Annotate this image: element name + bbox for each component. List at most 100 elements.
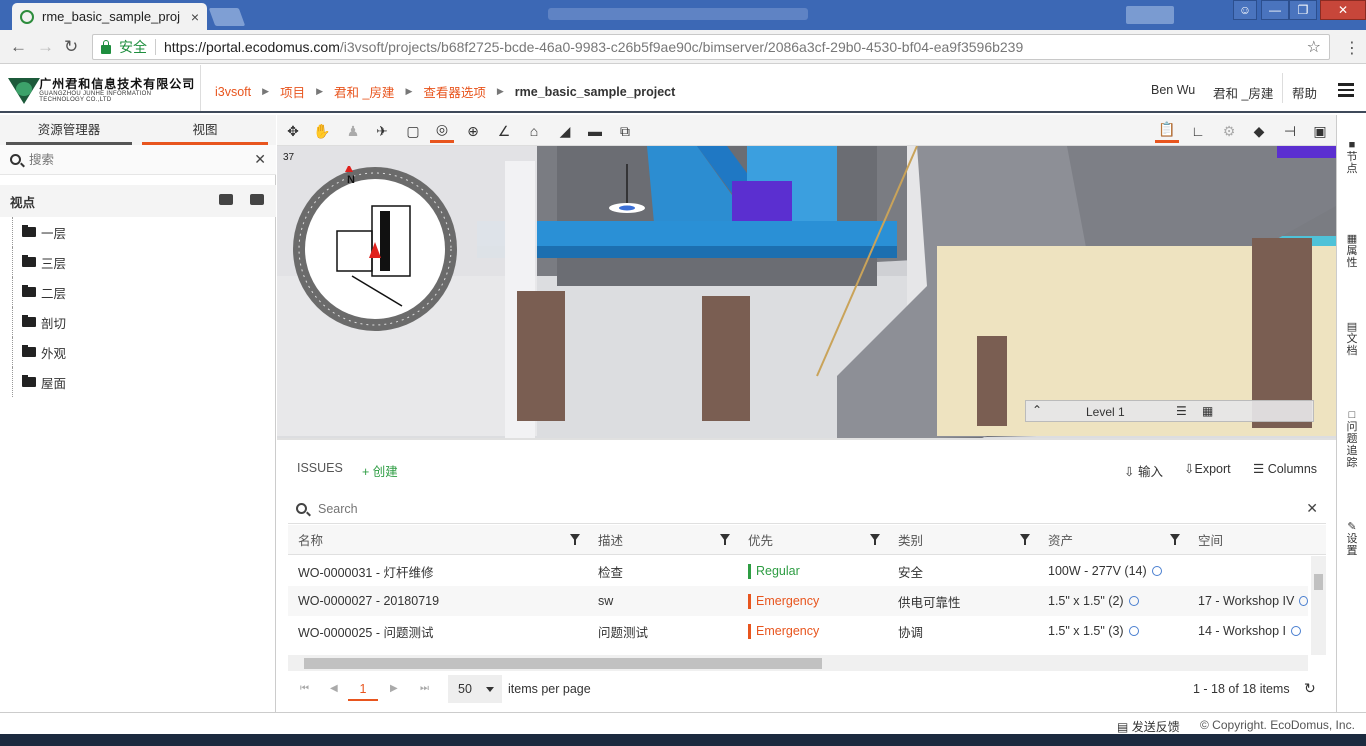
filter-icon[interactable] <box>720 534 730 545</box>
tab-views[interactable]: 视图 <box>142 115 268 145</box>
reload-icon[interactable]: ↻ <box>64 37 78 57</box>
camera-icon[interactable] <box>219 194 233 205</box>
col-header-name[interactable]: 名称 <box>288 525 588 555</box>
filter-icon[interactable] <box>1020 534 1030 545</box>
window-restore-button[interactable]: ❐ <box>1289 0 1317 20</box>
tab-close-icon[interactable]: × <box>191 9 199 25</box>
prev-page-icon[interactable]: ◀ <box>330 683 338 694</box>
col-header-category[interactable]: 类别 <box>888 525 1038 555</box>
window-user-button[interactable]: ☺ <box>1233 0 1257 20</box>
folder-icon <box>22 315 36 327</box>
layers-icon[interactable]: ◆ <box>1247 119 1271 143</box>
settings-gear-icon[interactable]: ⚙ <box>1217 119 1241 143</box>
locate-target-icon[interactable] <box>1299 596 1308 606</box>
section-box-icon[interactable]: ◢ <box>553 119 577 143</box>
breadcrumb-project[interactable]: 君和 _房建 <box>334 82 394 101</box>
current-page[interactable]: 1 <box>348 679 378 701</box>
breadcrumb-projects[interactable]: 项目 <box>280 82 305 101</box>
hamburger-menu-icon[interactable] <box>1338 83 1354 97</box>
tab-resource-manager[interactable]: 资源管理器 <box>6 115 132 145</box>
tree-item[interactable]: 屋面 <box>12 367 262 397</box>
columns-button[interactable]: ☰ Columns <box>1253 461 1317 476</box>
rail-documents[interactable]: ▤ 文档 <box>1342 321 1362 357</box>
clipboard-icon[interactable]: 📋 <box>1155 119 1179 143</box>
rail-settings[interactable]: ✎ 设置 <box>1342 521 1362 557</box>
window-minimize-button[interactable]: — <box>1261 0 1289 20</box>
table-row[interactable]: WO-0000031 - 灯杆维修 检查 Regular 安全 100W - 2… <box>288 556 1308 586</box>
filter-icon[interactable] <box>870 534 880 545</box>
pan-icon[interactable]: ✥ <box>281 119 305 143</box>
new-tab-button[interactable] <box>208 8 246 26</box>
window-close-button[interactable]: ✕ <box>1320 0 1366 20</box>
locate-target-icon[interactable] <box>1128 626 1139 636</box>
first-page-icon[interactable]: ⏮ <box>300 683 309 694</box>
user-name[interactable]: Ben Wu <box>1151 83 1195 97</box>
chart-icon[interactable]: ∟ <box>1186 119 1210 143</box>
create-issue-button[interactable]: + 创建 <box>362 461 398 480</box>
rail-issues[interactable]: □ 问题追踪 <box>1342 409 1362 469</box>
browser-titlebar: rme_basic_sample_proj × ☺ — ❐ ✕ <box>0 0 1366 30</box>
issues-search-input[interactable] <box>318 501 1307 516</box>
tree-item[interactable]: 一层 <box>12 217 262 247</box>
map-icon[interactable]: ▦ <box>1202 404 1213 418</box>
page-size-select[interactable]: 50 <box>448 675 502 703</box>
fullscreen-icon[interactable]: ▣ <box>1308 119 1332 143</box>
locate-target-icon[interactable] <box>1128 596 1139 606</box>
clash-icon[interactable]: ⧉ <box>613 119 637 143</box>
table-row[interactable]: WO-0000025 - 问题测试 问题测试 Emergency 协调 1.5"… <box>288 616 1308 646</box>
home-icon[interactable]: ⌂ <box>522 119 546 143</box>
add-folder-icon[interactable] <box>250 194 264 205</box>
company-logo[interactable]: 广州君和信息技术有限公司 GUANGZHOU JUNHE INFORMATION… <box>8 71 198 109</box>
horizontal-scrollbar[interactable] <box>288 655 1308 671</box>
ruler-icon[interactable]: ▬ <box>583 119 607 143</box>
fly-icon[interactable]: ✈ <box>370 119 394 143</box>
vertical-scrollbar[interactable] <box>1311 556 1326 655</box>
rail-nodes[interactable]: ■ 节点 <box>1342 139 1362 175</box>
compass-minimap[interactable]: N <box>292 164 458 332</box>
3d-viewer[interactable]: 37 N ⌃ Level 1 ☰ ▦ <box>277 146 1336 440</box>
export-button[interactable]: ⇩Export <box>1184 461 1231 476</box>
look-around-icon[interactable]: ◎ <box>430 119 454 143</box>
col-header-priority[interactable]: 优先 <box>738 525 888 555</box>
next-page-icon[interactable]: ▶ <box>390 683 398 694</box>
locate-target-icon[interactable] <box>1291 626 1302 636</box>
last-page-icon[interactable]: ⏭ <box>420 683 429 694</box>
feedback-link[interactable]: ▤ 发送反馈 <box>1117 718 1180 735</box>
split-icon[interactable]: ⊣ <box>1278 119 1302 143</box>
walk-icon[interactable]: ♟ <box>341 119 365 143</box>
rail-properties[interactable]: ▦ 属性 <box>1342 233 1362 269</box>
refresh-icon[interactable]: ↻ <box>1304 680 1316 697</box>
browser-tab[interactable]: rme_basic_sample_proj × <box>12 3 207 30</box>
chevron-up-icon[interactable]: ⌃ <box>1032 403 1042 417</box>
level-name[interactable]: Level 1 <box>1086 405 1125 419</box>
orbit-icon[interactable]: ✋ <box>310 119 334 143</box>
forward-icon[interactable]: → <box>37 37 54 57</box>
zoom-box-icon[interactable]: ▢ <box>401 119 425 143</box>
url-omnibox[interactable]: 安全 https://portal.ecodomus.com/i3vsoft/p… <box>92 34 1330 60</box>
tree-item[interactable]: 外观 <box>12 337 262 367</box>
clear-search-icon[interactable]: ✕ <box>1306 500 1318 517</box>
level-stack-icon[interactable]: ☰ <box>1176 404 1187 418</box>
filter-icon[interactable] <box>570 534 580 545</box>
back-icon[interactable]: ← <box>10 37 27 57</box>
breadcrumb-viewer-options[interactable]: 查看器选项 <box>423 82 486 101</box>
browser-menu-icon[interactable]: ⋮ <box>1344 38 1360 58</box>
clear-search-icon[interactable]: ✕ <box>254 151 266 168</box>
col-header-asset[interactable]: 资产 <box>1038 525 1188 555</box>
measure-angle-icon[interactable]: ∠ <box>492 119 516 143</box>
col-header-desc[interactable]: 描述 <box>588 525 738 555</box>
tree-item[interactable]: 三层 <box>12 247 262 277</box>
table-row[interactable]: WO-0000027 - 20180719 sw Emergency 供电可靠性… <box>288 586 1308 616</box>
target-icon[interactable]: ⊕ <box>461 119 485 143</box>
help-link[interactable]: 帮助 <box>1292 83 1317 102</box>
import-button[interactable]: ⇩ 输入 <box>1124 461 1163 480</box>
bookmark-star-icon[interactable]: ☆ <box>1307 37 1321 57</box>
viewpoint-search-input[interactable] <box>29 152 255 167</box>
organization-name[interactable]: 君和 _房建 <box>1213 83 1273 102</box>
filter-icon[interactable] <box>1170 534 1180 545</box>
tree-item[interactable]: 二层 <box>12 277 262 307</box>
tree-item[interactable]: 剖切 <box>12 307 262 337</box>
breadcrumb-i3vsoft[interactable]: i3vsoft <box>215 85 251 99</box>
col-header-space[interactable]: 空间 <box>1188 525 1326 555</box>
locate-target-icon[interactable] <box>1151 566 1162 576</box>
